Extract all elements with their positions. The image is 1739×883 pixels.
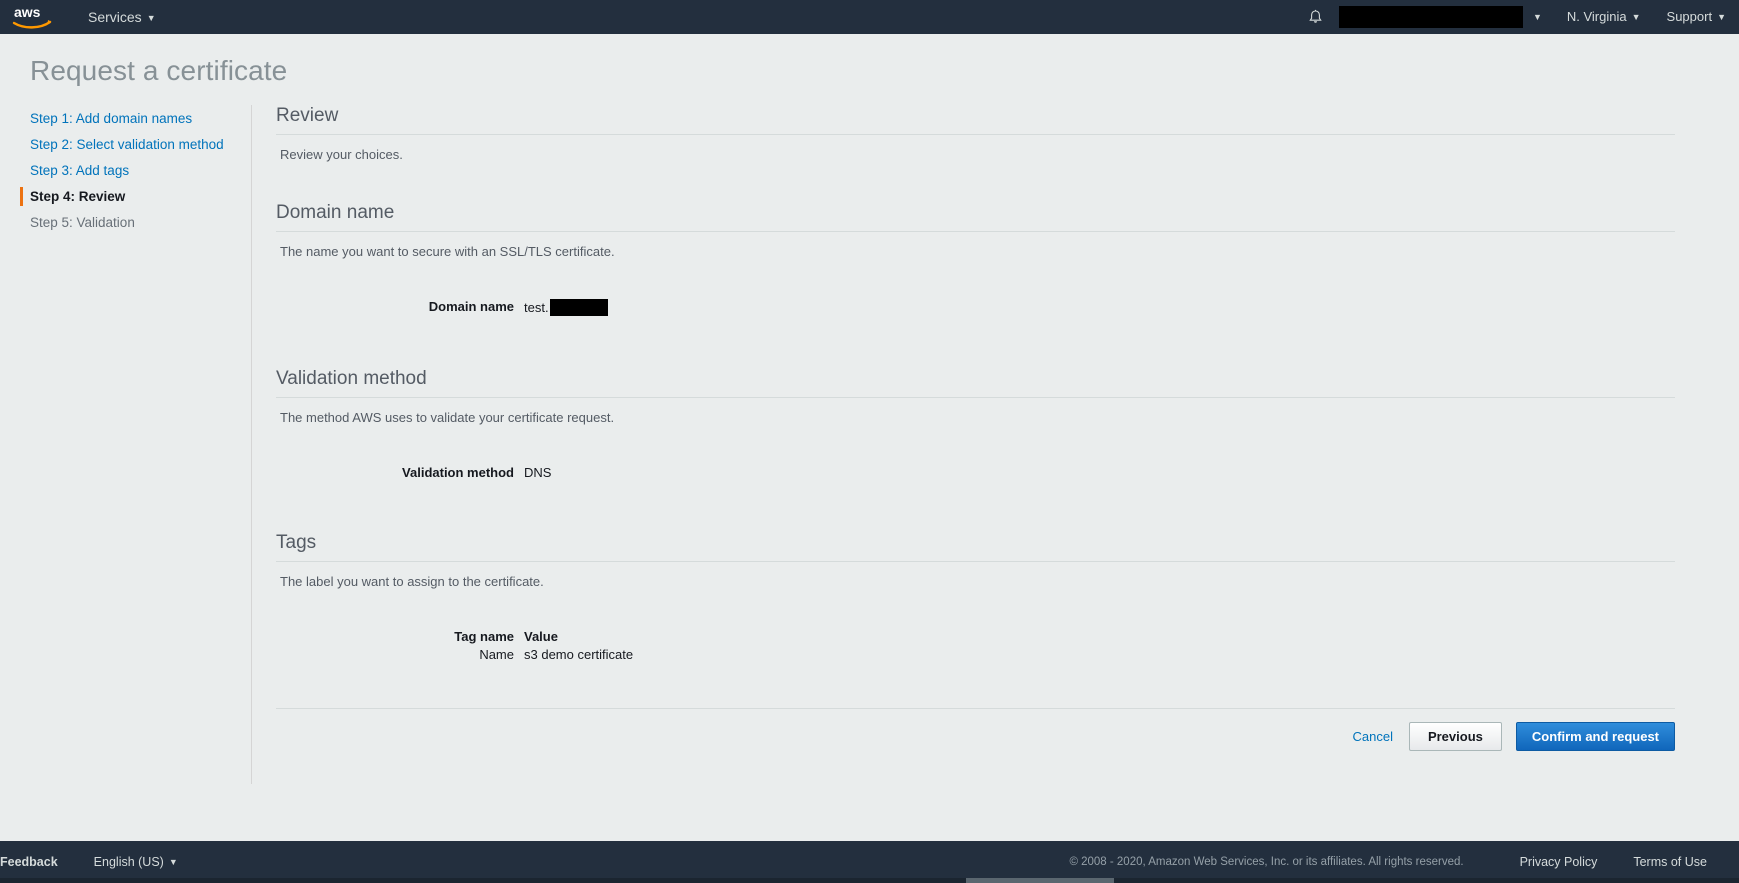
sidebar-item-step-3[interactable]: Step 3: Add tags — [0, 157, 251, 183]
chevron-down-icon: ▼ — [1631, 12, 1641, 22]
wizard-step-sidebar: Step 1: Add domain names Step 2: Select … — [0, 105, 251, 235]
table-row: Name s3 demo certificate — [276, 647, 1675, 662]
account-menu-chevron-down-icon[interactable]: ▼ — [1523, 12, 1554, 22]
horizontal-scrollbar-thumb[interactable] — [966, 878, 1114, 883]
region-label: N. Virginia — [1566, 9, 1627, 24]
language-selector[interactable]: English (US) ▼ — [70, 855, 202, 869]
review-heading: Review — [276, 105, 339, 126]
top-navigation-bar: aws Services ▼ ▼ N. Virginia ▼ Support ▼ — [0, 0, 1739, 34]
page-title: Request a certificate — [30, 55, 288, 86]
horizontal-scrollbar-track[interactable] — [0, 878, 1739, 883]
chevron-down-icon: ▼ — [168, 857, 178, 867]
tags-section: Tags The label you want to assign to the… — [276, 532, 1675, 662]
tags-description: The label you want to assign to the cert… — [280, 574, 544, 589]
domain-name-description: The name you want to secure with an SSL/… — [280, 244, 615, 259]
account-name-redacted[interactable] — [1338, 6, 1523, 28]
tag-value-cell: s3 demo certificate — [524, 647, 634, 662]
feedback-link[interactable]: Feedback — [0, 855, 70, 869]
review-section: Review Review your choices. — [276, 105, 1675, 162]
action-bar-divider — [276, 708, 1675, 709]
notifications-button[interactable] — [1299, 0, 1333, 34]
review-description: Review your choices. — [280, 147, 403, 162]
domain-name-value-prefix: test. — [524, 300, 549, 315]
footer-right-group: © 2008 - 2020, Amazon Web Services, Inc.… — [1069, 855, 1725, 869]
support-label: Support — [1666, 9, 1713, 24]
action-bar: Cancel Previous Confirm and request — [1350, 722, 1675, 751]
domain-name-value-redacted — [549, 299, 608, 316]
tags-heading: Tags — [276, 532, 317, 553]
domain-name-row: Domain name test. — [276, 299, 1675, 316]
domain-name-section: Domain name The name you want to secure … — [276, 202, 1675, 316]
cancel-button[interactable]: Cancel — [1350, 725, 1394, 748]
confirm-and-request-button[interactable]: Confirm and request — [1515, 722, 1675, 751]
sidebar-item-step-1[interactable]: Step 1: Add domain names — [0, 105, 251, 131]
domain-name-value: test. — [524, 299, 608, 316]
sidebar-item-step-4: Step 4: Review — [0, 183, 251, 209]
main-content: Review Review your choices. Domain name … — [276, 105, 1675, 662]
svg-text:aws: aws — [14, 4, 41, 20]
previous-button[interactable]: Previous — [1408, 722, 1502, 751]
domain-name-label: Domain name — [428, 299, 514, 314]
validation-method-value: DNS — [524, 465, 552, 480]
tags-column-header-name: Tag name — [454, 629, 514, 644]
footer-left-group: Feedback English (US) ▼ — [0, 855, 202, 869]
domain-name-heading: Domain name — [276, 202, 395, 223]
validation-method-description: The method AWS uses to validate your cer… — [280, 410, 615, 425]
validation-method-heading: Validation method — [276, 368, 427, 389]
privacy-policy-link[interactable]: Privacy Policy — [1502, 855, 1616, 869]
bell-icon — [1309, 9, 1323, 23]
services-menu-button[interactable]: Services ▼ — [76, 0, 168, 34]
copyright-text: © 2008 - 2020, Amazon Web Services, Inc.… — [1069, 856, 1464, 868]
tags-column-header-value: Value — [524, 629, 558, 644]
nav-right-group: ▼ N. Virginia ▼ Support ▼ — [1299, 0, 1739, 34]
sidebar-item-step-2[interactable]: Step 2: Select validation method — [0, 131, 251, 157]
support-menu[interactable]: Support ▼ — [1654, 0, 1739, 34]
tags-table-header: Tag name Value — [276, 629, 1675, 647]
sidebar-divider — [251, 105, 252, 784]
chevron-down-icon: ▼ — [1717, 12, 1726, 22]
nav-left-group: aws Services ▼ — [0, 0, 168, 34]
footer-bar: Feedback English (US) ▼ © 2008 - 2020, Am… — [0, 841, 1739, 883]
tags-table: Tag name Value Name s3 demo certificate — [276, 629, 1675, 662]
aws-logo-icon[interactable]: aws — [10, 2, 56, 32]
validation-method-section: Validation method The method AWS uses to… — [276, 368, 1675, 480]
chevron-down-icon: ▼ — [146, 13, 156, 23]
language-label: English (US) — [93, 855, 164, 869]
sidebar-item-step-5: Step 5: Validation — [30, 214, 135, 230]
validation-method-row: Validation method DNS — [276, 465, 1675, 480]
validation-method-label: Validation method — [402, 465, 514, 480]
tag-name-cell: Name — [479, 647, 514, 662]
terms-of-use-link[interactable]: Terms of Use — [1615, 855, 1725, 869]
services-label: Services — [88, 9, 142, 25]
region-selector[interactable]: N. Virginia ▼ — [1554, 0, 1654, 34]
